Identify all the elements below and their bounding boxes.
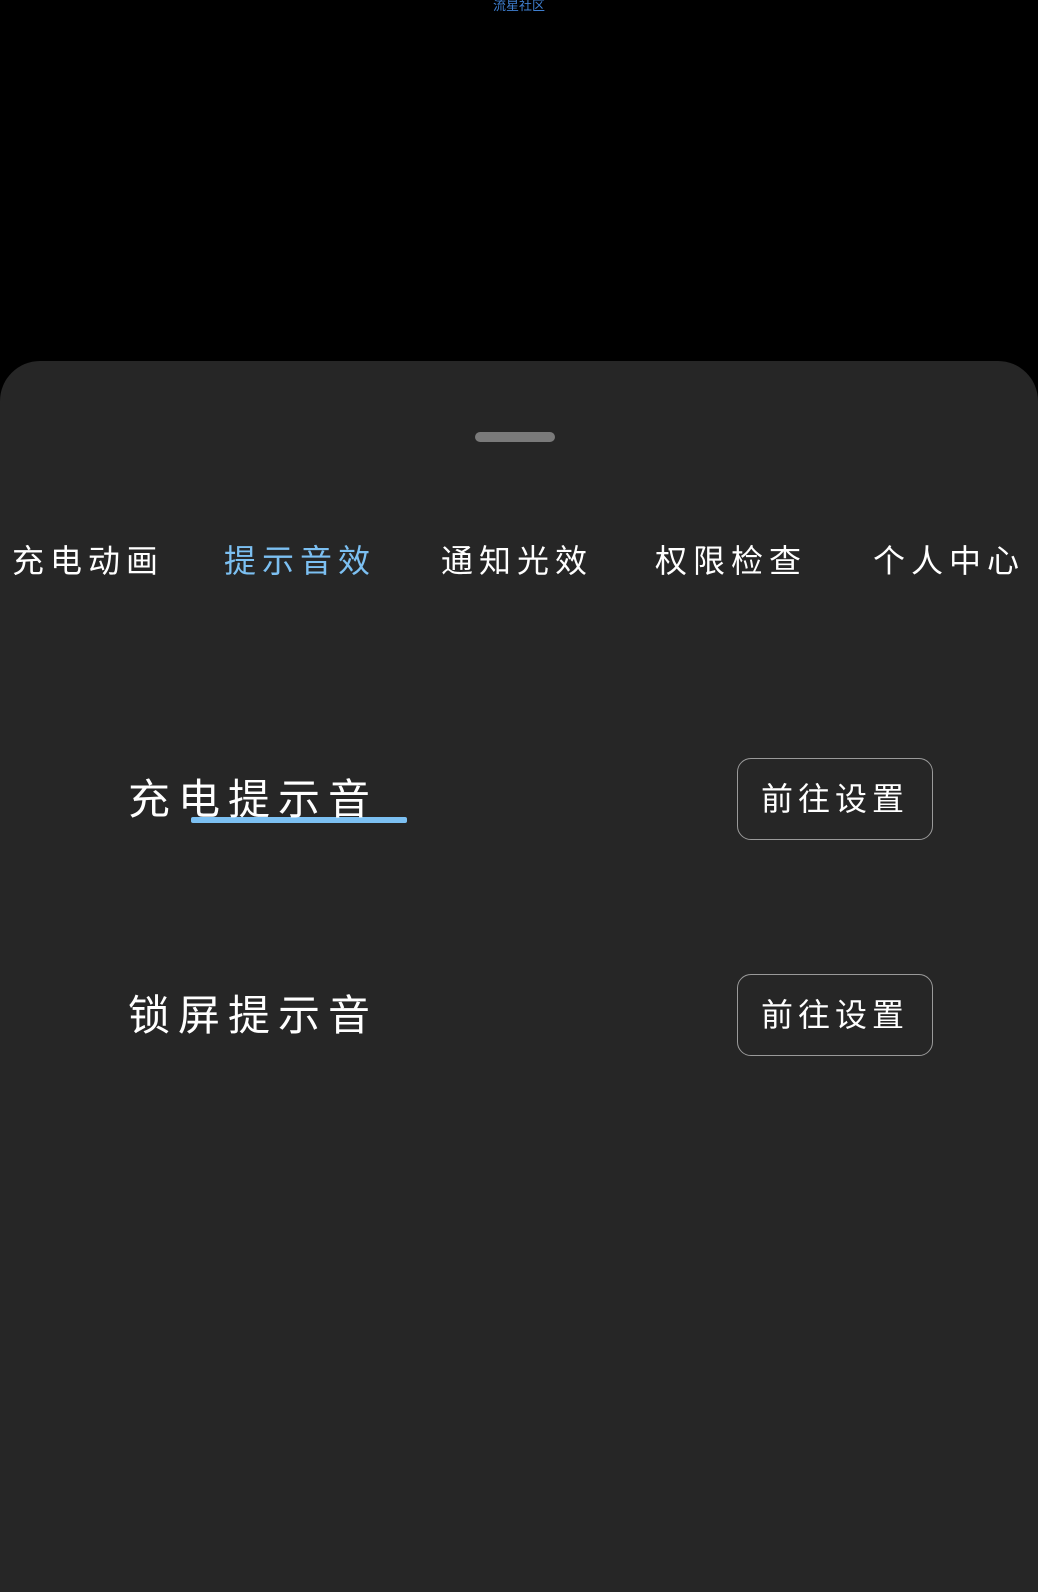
drag-handle[interactable]	[475, 432, 555, 442]
watermark-text: 流星社区	[492, 0, 545, 14]
tab-notification-light[interactable]: 通知光效	[441, 531, 591, 591]
bottom-sheet: 充电动画 提示音效 通知光效 权限检查 个人中心 充电提示音 前往设置 锁屏提示…	[0, 361, 1038, 1592]
charging-sound-label: 充电提示音	[128, 775, 379, 824]
tab-personal-center[interactable]: 个人中心	[873, 531, 1023, 591]
lockscreen-sound-settings-button[interactable]: 前往设置	[737, 974, 933, 1056]
tab-permission-check[interactable]: 权限检查	[655, 531, 805, 591]
tab-charging-animation[interactable]: 充电动画	[12, 531, 162, 591]
tab-notification-sound[interactable]: 提示音效	[224, 531, 374, 591]
lockscreen-sound-label: 锁屏提示音	[128, 991, 379, 1040]
settings-row-lockscreen-sound: 锁屏提示音 前往设置	[0, 974, 1038, 1058]
charging-sound-settings-button[interactable]: 前往设置	[737, 758, 933, 840]
tab-bar: 充电动画 提示音效 通知光效 权限检查 个人中心	[0, 531, 1038, 601]
settings-row-charging-sound: 充电提示音 前往设置	[0, 758, 1038, 842]
